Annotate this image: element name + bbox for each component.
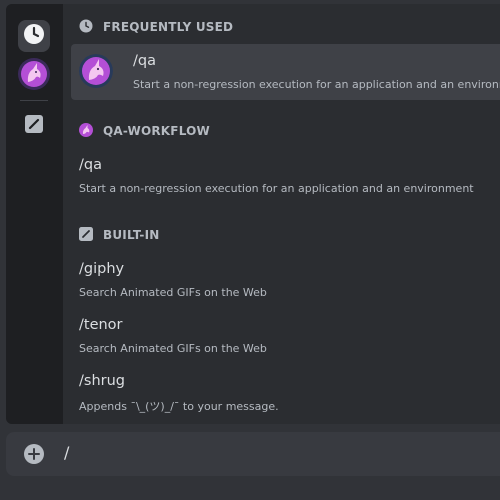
slash-command-popup: FREQUENTLY USED /qa Start a non-regressi…	[6, 4, 500, 424]
command-name: /giphy	[79, 261, 125, 277]
command-description: Start a non-regression execution for an …	[133, 78, 500, 91]
command-name: /tenor	[79, 317, 123, 333]
section-title: BUILT-IN	[103, 228, 160, 242]
command-name: /shrug	[79, 373, 125, 389]
section-header-frequently-used: FREQUENTLY USED	[79, 19, 233, 35]
command-name: /qa	[133, 53, 156, 69]
attach-plus-button[interactable]	[24, 444, 44, 464]
message-composer[interactable]: /	[6, 432, 500, 476]
section-header-qa-workflow: QA-WORKFLOW	[79, 122, 210, 140]
command-description: Search Animated GIFs on the Web	[79, 286, 267, 299]
built-in-slash-icon	[25, 115, 43, 137]
section-header-built-in: BUILT-IN	[79, 226, 160, 244]
command-row-qa-workflow-qa[interactable]: /qa Start a non-regression execution for…	[71, 148, 500, 204]
clock-icon	[23, 23, 45, 49]
rail-built-in-button[interactable]	[18, 110, 50, 142]
command-name: /qa	[79, 157, 102, 173]
command-row-giphy[interactable]: /giphy Search Animated GIFs on the Web	[71, 252, 500, 308]
qa-workflow-bot-avatar-icon	[79, 122, 93, 140]
command-row-tenor[interactable]: /tenor Search Animated GIFs on the Web	[71, 308, 500, 364]
clock-icon	[79, 19, 93, 36]
command-description: Appends ¯\_(ツ)_/¯ to your message.	[79, 400, 279, 413]
command-row-frequent-qa[interactable]: /qa Start a non-regression execution for…	[71, 44, 500, 100]
message-input[interactable]: /	[64, 443, 69, 462]
section-title: FREQUENTLY USED	[103, 20, 234, 34]
rail-frequently-used-button[interactable]	[18, 20, 50, 52]
built-in-slash-icon	[79, 226, 93, 244]
section-title: QA-WORKFLOW	[103, 124, 210, 138]
qa-workflow-bot-avatar	[79, 54, 113, 88]
command-row-shrug[interactable]: /shrug Appends ¯\_(ツ)_/¯ to your message…	[71, 364, 500, 420]
command-description: Start a non-regression execution for an …	[79, 182, 474, 195]
rail-qa-workflow-button[interactable]	[18, 58, 50, 94]
category-rail	[6, 4, 63, 424]
qa-workflow-bot-avatar-icon	[18, 58, 50, 94]
command-list: FREQUENTLY USED /qa Start a non-regressi…	[63, 4, 500, 424]
plus-icon	[28, 445, 40, 464]
command-description: Search Animated GIFs on the Web	[79, 342, 267, 355]
rail-divider	[20, 100, 48, 101]
